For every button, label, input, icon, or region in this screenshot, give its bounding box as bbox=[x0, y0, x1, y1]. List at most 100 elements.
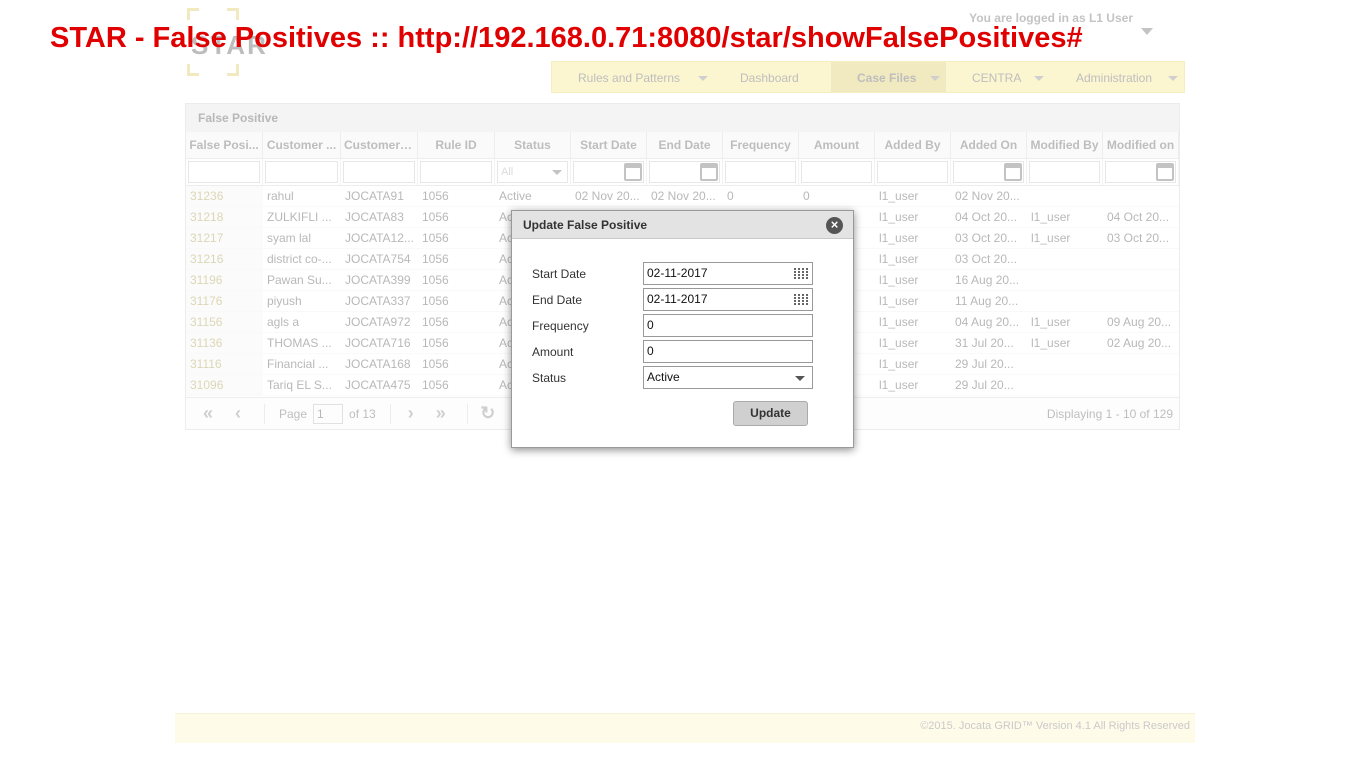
col-false-positive-id-filter[interactable] bbox=[186, 159, 263, 185]
table-cell[interactable]: 31217 bbox=[186, 228, 263, 248]
table-cell bbox=[1027, 270, 1103, 290]
table-cell: l1_user bbox=[1031, 336, 1071, 350]
col-modified-on-header[interactable]: Modified on bbox=[1103, 132, 1179, 158]
col-end-date-header[interactable]: End Date bbox=[647, 132, 723, 158]
table-cell: 02 Nov 20... bbox=[575, 189, 640, 203]
table-cell[interactable]: 31216 bbox=[186, 249, 263, 269]
col-added-on-header[interactable]: Added On bbox=[951, 132, 1027, 158]
col-amount-header[interactable]: Amount bbox=[799, 132, 875, 158]
table-cell: l1_user bbox=[1031, 231, 1071, 245]
nav-case-files[interactable]: Case Files bbox=[831, 62, 946, 92]
status-select[interactable]: Active bbox=[643, 366, 813, 389]
table-cell[interactable]: 31116 bbox=[186, 354, 263, 374]
user-menu-chevron-down-icon[interactable] bbox=[1141, 28, 1153, 35]
table-cell bbox=[1103, 270, 1179, 290]
table-cell[interactable]: 31176 bbox=[186, 291, 263, 311]
col-rule-id-filter[interactable] bbox=[418, 159, 495, 185]
calendar-icon[interactable] bbox=[1004, 163, 1022, 181]
table-row[interactable]: 31236 rahul JOCATA91 1056 Active 02 Nov 20...… bbox=[186, 186, 1179, 207]
page-label: Page bbox=[279, 406, 308, 421]
col-start-date-header[interactable]: Start Date bbox=[571, 132, 647, 158]
status-label: Status bbox=[532, 371, 567, 385]
table-cell: Pawan Su... bbox=[267, 273, 332, 287]
col-frequency-header[interactable]: Frequency bbox=[723, 132, 799, 158]
table-cell: 16 Aug 20... bbox=[955, 273, 1020, 287]
update-false-positive-dialog: Update False Positive × Start Date 02-11… bbox=[511, 210, 854, 448]
col-false-positive-id-header[interactable]: False Posi... bbox=[186, 132, 263, 158]
table-cell: l1_user bbox=[879, 294, 919, 308]
table-cell: JOCATA475 bbox=[345, 378, 411, 392]
table-cell: Active bbox=[499, 189, 532, 203]
table-cell[interactable]: 31236 bbox=[186, 186, 263, 206]
update-button[interactable]: Update bbox=[733, 401, 808, 426]
end-date-field[interactable]: 02-11-2017 bbox=[643, 288, 813, 311]
prev-page-icon[interactable]: ‹ bbox=[226, 403, 250, 425]
user-sub bbox=[1132, 26, 1135, 38]
amount-field[interactable]: 0 bbox=[643, 340, 813, 363]
col-added-by-header[interactable]: Added By bbox=[875, 132, 951, 158]
chevron-down-icon bbox=[552, 170, 562, 175]
next-page-icon[interactable]: › bbox=[399, 403, 423, 425]
col-customer-id-filter[interactable] bbox=[341, 159, 418, 185]
displaying-count: Displaying 1 - 10 of 129 bbox=[1046, 407, 1173, 421]
refresh-icon[interactable]: ↻ bbox=[476, 403, 500, 425]
chevron-down-icon bbox=[795, 376, 805, 381]
amount-label: Amount bbox=[532, 345, 574, 359]
table-cell: 1056 bbox=[422, 189, 449, 203]
nav-administration[interactable]: Administration bbox=[1050, 62, 1184, 92]
col-modified-by-header[interactable]: Modified By bbox=[1027, 132, 1103, 158]
table-cell: 02 Aug 20... bbox=[1107, 336, 1172, 350]
table-cell: 0 bbox=[803, 189, 810, 203]
table-cell: agls a bbox=[267, 315, 300, 329]
calendar-icon[interactable] bbox=[624, 163, 642, 181]
calendar-icon[interactable] bbox=[794, 267, 809, 280]
table-cell: l1_user bbox=[879, 231, 919, 245]
table-cell: l1_user bbox=[879, 378, 919, 392]
dialog-title: Update False Positive bbox=[523, 218, 648, 232]
frequency-row: Frequency 0 bbox=[532, 314, 817, 338]
close-icon[interactable]: × bbox=[826, 217, 843, 234]
table-cell: 1056 bbox=[422, 294, 449, 308]
frequency-field[interactable]: 0 bbox=[643, 314, 813, 337]
table-cell[interactable]: 31096 bbox=[186, 375, 263, 395]
col-start-date-filter[interactable] bbox=[571, 159, 647, 185]
table-cell: 1056 bbox=[422, 315, 449, 329]
table-cell: 1056 bbox=[422, 378, 449, 392]
table-cell[interactable]: 31218 bbox=[186, 207, 263, 227]
table-cell bbox=[1027, 375, 1103, 395]
calendar-icon[interactable] bbox=[1156, 163, 1174, 181]
table-cell: 1056 bbox=[422, 252, 449, 266]
col-added-on-filter[interactable] bbox=[951, 159, 1027, 185]
table-cell: piyush bbox=[267, 294, 302, 308]
col-amount-filter[interactable] bbox=[799, 159, 875, 185]
last-page-icon[interactable]: » bbox=[429, 403, 453, 425]
first-page-icon[interactable]: « bbox=[196, 403, 220, 425]
start-date-field[interactable]: 02-11-2017 bbox=[643, 262, 813, 285]
col-customer-id-header[interactable]: Customer ID bbox=[341, 132, 418, 158]
col-end-date-filter[interactable] bbox=[647, 159, 723, 185]
table-cell[interactable]: 31196 bbox=[186, 270, 263, 290]
calendar-icon[interactable] bbox=[794, 293, 809, 306]
col-status-header[interactable]: Status bbox=[495, 132, 571, 158]
col-modified-on-filter[interactable] bbox=[1103, 159, 1179, 185]
table-cell: 1056 bbox=[422, 357, 449, 371]
col-customer-name-filter[interactable] bbox=[263, 159, 341, 185]
table-cell[interactable]: 31136 bbox=[186, 333, 263, 353]
col-modified-by-filter[interactable] bbox=[1027, 159, 1103, 185]
col-status-filter[interactable]: All bbox=[495, 159, 571, 185]
calendar-icon[interactable] bbox=[700, 163, 718, 181]
page-input[interactable]: 1 bbox=[313, 403, 344, 424]
nav-centra[interactable]: CENTRA bbox=[946, 62, 1050, 92]
table-cell: l1_user bbox=[1031, 210, 1071, 224]
nav-dashboard[interactable]: Dashboard bbox=[714, 62, 831, 92]
table-cell[interactable]: 31156 bbox=[186, 312, 263, 332]
nav-rules-and-patterns[interactable]: Rules and Patterns bbox=[552, 62, 714, 92]
col-customer-name-header[interactable]: Customer ... bbox=[263, 132, 341, 158]
table-cell bbox=[1027, 291, 1103, 311]
col-frequency-filter[interactable] bbox=[723, 159, 799, 185]
col-rule-id-header[interactable]: Rule ID bbox=[418, 132, 495, 158]
chevron-down-icon bbox=[1034, 76, 1044, 81]
table-cell: rahul bbox=[267, 189, 294, 203]
col-added-by-filter[interactable] bbox=[875, 159, 951, 185]
status-row: Status Active bbox=[532, 366, 817, 390]
